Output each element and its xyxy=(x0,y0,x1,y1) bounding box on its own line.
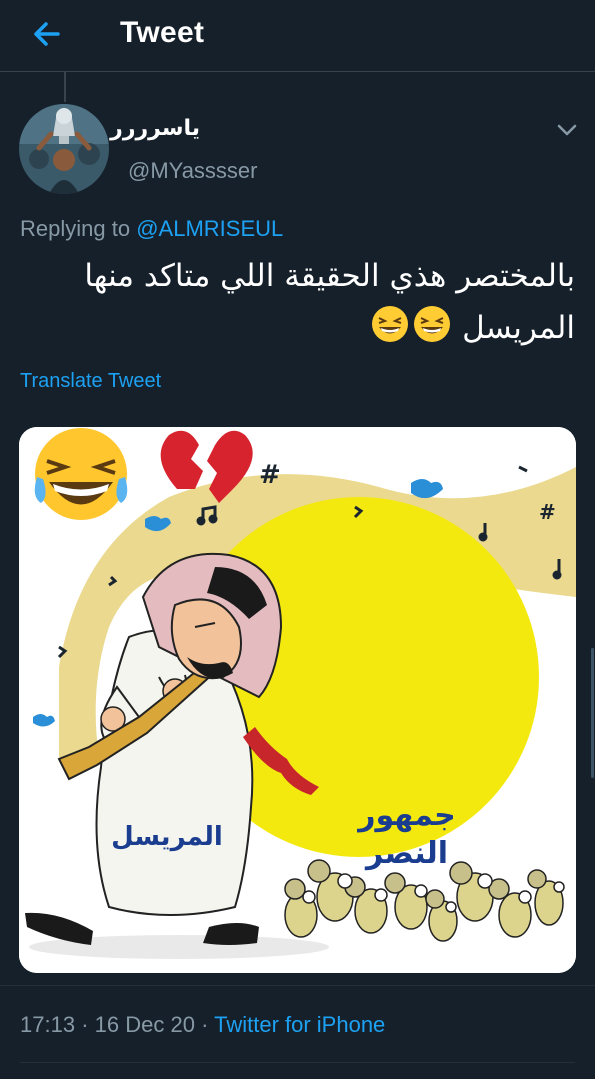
divider xyxy=(0,985,595,986)
tweet-source-link[interactable]: Twitter for iPhone xyxy=(214,1012,385,1037)
separator-dot: · xyxy=(201,1012,209,1037)
back-button[interactable] xyxy=(28,16,68,52)
tweet-image[interactable]: # # المريسل جمهور النصر xyxy=(19,427,576,973)
avatar[interactable] xyxy=(19,104,109,194)
caption-line-1: جمهور xyxy=(356,798,456,833)
avatar-image xyxy=(19,104,109,194)
tweet-text: بالمختصر هذي الحقيقة اللي متاكد منها الم… xyxy=(15,250,575,354)
replying-to: Replying to @ALMRISEUL xyxy=(20,216,283,242)
translate-tweet-link[interactable]: Translate Tweet xyxy=(20,370,161,393)
replying-to-label: Replying to xyxy=(20,216,131,241)
cartoon-illustration: # # المريسل جمهور النصر xyxy=(19,427,576,973)
display-name[interactable]: ياسرررر xyxy=(110,116,200,141)
arrow-left-icon xyxy=(34,22,60,46)
tweet-text-word: المريسل xyxy=(462,310,575,346)
tweet-text-line-2: المريسل xyxy=(15,302,575,354)
divider xyxy=(20,1062,575,1063)
grinning-squinting-face-icon xyxy=(372,306,409,342)
top-app-bar: Tweet xyxy=(0,0,595,72)
page-title: Tweet xyxy=(120,16,205,49)
tweet-time: 17:13 xyxy=(20,1012,76,1037)
caption-line-2: النصر xyxy=(364,836,448,871)
separator-dot: · xyxy=(81,1012,89,1037)
user-handle[interactable]: @MYasssser xyxy=(128,158,258,184)
thread-connector-line xyxy=(64,72,66,102)
more-options-button[interactable] xyxy=(554,118,580,142)
replying-to-mention[interactable]: @ALMRISEUL xyxy=(136,216,283,241)
tweet-text-line-1: بالمختصر هذي الحقيقة اللي متاكد منها xyxy=(84,258,575,294)
grinning-squinting-face-icon xyxy=(414,306,451,342)
laughing-emoji-icon xyxy=(34,428,128,520)
tweet-metadata: 17:13 · 16 Dec 20 · Twitter for iPhone xyxy=(20,1012,385,1038)
robe-label: المريسل xyxy=(111,822,223,852)
tweet-date: 16 Dec 20 xyxy=(94,1012,195,1037)
scrollbar-thumb[interactable] xyxy=(591,648,594,778)
svg-text:#: # xyxy=(259,460,281,490)
svg-text:#: # xyxy=(539,500,556,524)
chevron-down-icon xyxy=(557,124,577,136)
